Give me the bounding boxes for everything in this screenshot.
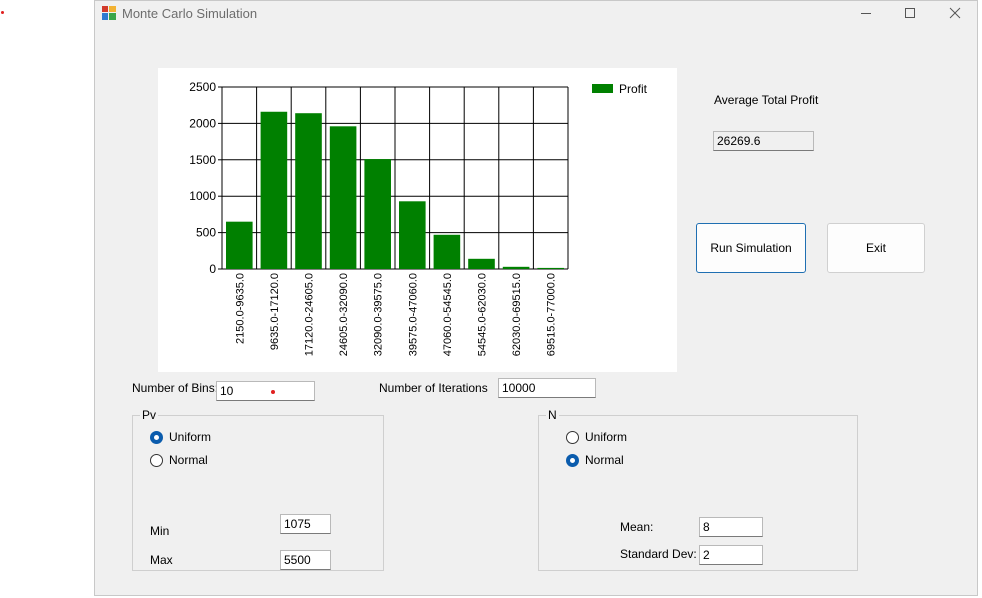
standard-dev-label: Standard Dev:: [620, 547, 697, 561]
pv-max-input[interactable]: 5500: [280, 550, 331, 570]
histogram-bar: [364, 159, 391, 269]
histogram-bar: [260, 111, 288, 269]
histogram-bar: [295, 113, 322, 269]
n-uniform-radio[interactable]: Uniform: [566, 430, 627, 444]
run-simulation-button[interactable]: Run Simulation: [696, 223, 806, 273]
y-tick-label: 2500: [189, 80, 216, 94]
average-total-profit-label: Average Total Profit: [714, 93, 819, 107]
histogram-bar: [433, 234, 461, 269]
histogram-svg: 0 500 1000 1500 2000 2500 2150.0-9635.0 9635.0-…: [189, 80, 648, 356]
histogram-chart: 0 500 1000 1500 2000 2500 2150.0-9635.0 9635.0-…: [158, 68, 677, 372]
standard-dev-input[interactable]: 2: [699, 545, 763, 565]
y-tick-label: 2000: [189, 116, 216, 130]
histogram-bar: [329, 126, 357, 269]
main-window: Monte Carlo Simulation 0 500 1000 1500 2000 2…: [94, 0, 978, 596]
x-tick-label: 69515.0-77000.0: [546, 273, 558, 356]
pv-normal-label: Normal: [169, 453, 208, 467]
pv-max-label: Max: [150, 553, 173, 567]
pv-normal-radio[interactable]: Normal: [150, 453, 208, 467]
stray-dot: [1, 11, 4, 14]
number-of-iterations-input[interactable]: 10000: [498, 378, 596, 398]
y-tick-label: 500: [196, 226, 216, 240]
close-icon: [949, 7, 961, 19]
x-tick-label: 17120.0-24605.0: [304, 273, 316, 356]
pv-uniform-radio-button: [150, 430, 163, 444]
close-button[interactable]: [933, 1, 977, 25]
mean-input[interactable]: 8: [699, 517, 763, 537]
red-marker-dot: [271, 390, 275, 394]
n-normal-label: Normal: [585, 453, 624, 467]
pv-normal-radio-button: [150, 453, 163, 467]
number-of-iterations-label: Number of Iterations: [379, 381, 488, 395]
window-title: Monte Carlo Simulation: [122, 6, 258, 21]
legend-swatch: [592, 84, 613, 93]
maximize-icon: [905, 8, 915, 18]
n-normal-radio[interactable]: Normal: [566, 453, 624, 467]
n-group: N Uniform Normal Mean: 8 Standard Dev: 2: [538, 408, 858, 571]
n-normal-radio-button: [566, 453, 579, 467]
x-tick-label: 47060.0-54545.0: [442, 273, 454, 356]
histogram-bar: [502, 266, 530, 269]
n-uniform-label: Uniform: [585, 430, 628, 444]
histogram-bar: [399, 201, 426, 269]
histogram-bar: [468, 258, 495, 269]
n-group-title: N: [546, 408, 559, 422]
minimize-button[interactable]: [844, 1, 888, 25]
pv-uniform-radio[interactable]: Uniform: [150, 430, 211, 444]
number-of-bins-label: Number of Bins:: [132, 381, 219, 395]
pv-min-label: Min: [150, 524, 170, 538]
pv-group: Pv Uniform Normal Min 1075 Max 5500: [132, 408, 384, 571]
app-icon: [102, 6, 116, 20]
y-tick-label: 1500: [189, 153, 216, 167]
pv-group-title: Pv: [140, 408, 159, 422]
minimize-icon: [861, 13, 871, 14]
x-tick-label: 32090.0-39575.0: [373, 273, 385, 356]
title-bar[interactable]: Monte Carlo Simulation: [95, 1, 977, 27]
y-tick-label: 0: [209, 262, 216, 276]
exit-button[interactable]: Exit: [827, 223, 925, 273]
n-uniform-radio-button: [566, 430, 579, 444]
x-tick-label: 24605.0-32090.0: [338, 273, 350, 356]
number-of-bins-value: 10: [220, 384, 234, 398]
legend-label: Profit: [619, 82, 648, 96]
x-tick-label: 9635.0-17120.0: [269, 273, 281, 350]
pv-min-input[interactable]: 1075: [280, 514, 331, 534]
x-tick-label: 62030.0-69515.0: [511, 273, 523, 356]
maximize-button[interactable]: [888, 1, 932, 25]
x-tick-label: 39575.0-47060.0: [407, 273, 419, 356]
y-tick-label: 1000: [189, 189, 216, 203]
number-of-bins-input[interactable]: 10: [216, 381, 315, 401]
x-tick-label: 54545.0-62030.0: [477, 273, 489, 356]
histogram-bar: [537, 267, 564, 269]
pv-uniform-label: Uniform: [169, 430, 212, 444]
average-total-profit-field[interactable]: 26269.6: [713, 131, 814, 151]
mean-label: Mean:: [620, 520, 654, 534]
x-tick-label: 2150.0-9635.0: [234, 273, 246, 344]
histogram-bar: [226, 221, 253, 269]
